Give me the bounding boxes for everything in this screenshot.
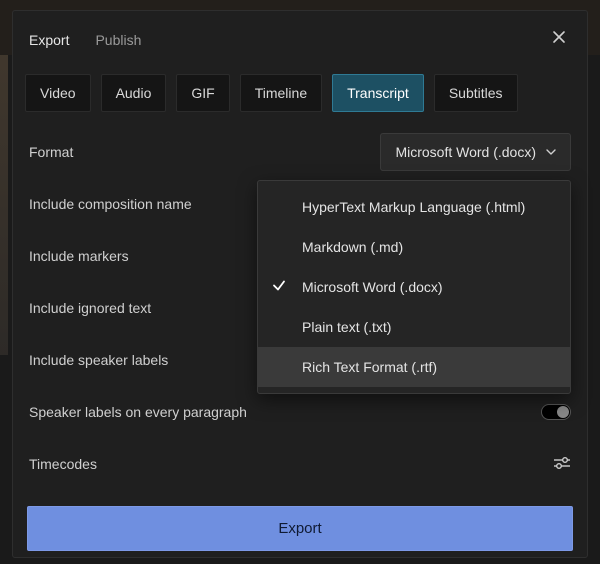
format-option-txt[interactable]: Plain text (.txt)	[258, 307, 570, 347]
speaker-labels-every-paragraph-label: Speaker labels on every paragraph	[29, 404, 541, 420]
format-option-label: HyperText Markup Language (.html)	[302, 199, 525, 215]
tab-audio[interactable]: Audio	[101, 74, 167, 112]
format-option-docx[interactable]: Microsoft Word (.docx)	[258, 267, 570, 307]
header-tab-publish[interactable]: Publish	[95, 32, 141, 48]
sliders-icon[interactable]	[553, 456, 571, 473]
format-select[interactable]: Microsoft Word (.docx)	[380, 133, 571, 171]
format-row: Format Microsoft Word (.docx)	[29, 126, 571, 178]
format-option-html[interactable]: HyperText Markup Language (.html)	[258, 187, 570, 227]
format-option-md[interactable]: Markdown (.md)	[258, 227, 570, 267]
panel-header: Export Publish	[13, 11, 587, 64]
panel-footer: Export	[13, 490, 587, 564]
check-icon	[272, 279, 286, 296]
chevron-down-icon	[546, 147, 556, 157]
format-option-label: Markdown (.md)	[302, 239, 403, 255]
timecodes-row: Timecodes	[29, 438, 571, 490]
export-button[interactable]: Export	[27, 506, 573, 551]
tab-transcript[interactable]: Transcript	[332, 74, 424, 112]
format-label: Format	[29, 144, 380, 160]
format-dropdown: HyperText Markup Language (.html) Markdo…	[257, 180, 571, 394]
format-option-label: Plain text (.txt)	[302, 319, 391, 335]
timecodes-label: Timecodes	[29, 456, 553, 472]
speaker-labels-toggle[interactable]	[541, 404, 571, 420]
close-icon[interactable]	[547, 25, 571, 54]
header-tab-export[interactable]: Export	[29, 32, 69, 48]
format-option-label: Microsoft Word (.docx)	[302, 279, 443, 295]
format-option-label: Rich Text Format (.rtf)	[302, 359, 437, 375]
export-type-tabs: Video Audio GIF Timeline Transcript Subt…	[13, 64, 587, 126]
tab-gif[interactable]: GIF	[176, 74, 229, 112]
format-option-rtf[interactable]: Rich Text Format (.rtf)	[258, 347, 570, 387]
export-panel: Export Publish Video Audio GIF Timeline …	[12, 10, 588, 558]
tab-timeline[interactable]: Timeline	[240, 74, 322, 112]
tab-subtitles[interactable]: Subtitles	[434, 74, 518, 112]
panel-body: Format Microsoft Word (.docx) Include co…	[13, 126, 587, 490]
format-selected-value: Microsoft Word (.docx)	[395, 144, 536, 160]
tab-video[interactable]: Video	[25, 74, 91, 112]
